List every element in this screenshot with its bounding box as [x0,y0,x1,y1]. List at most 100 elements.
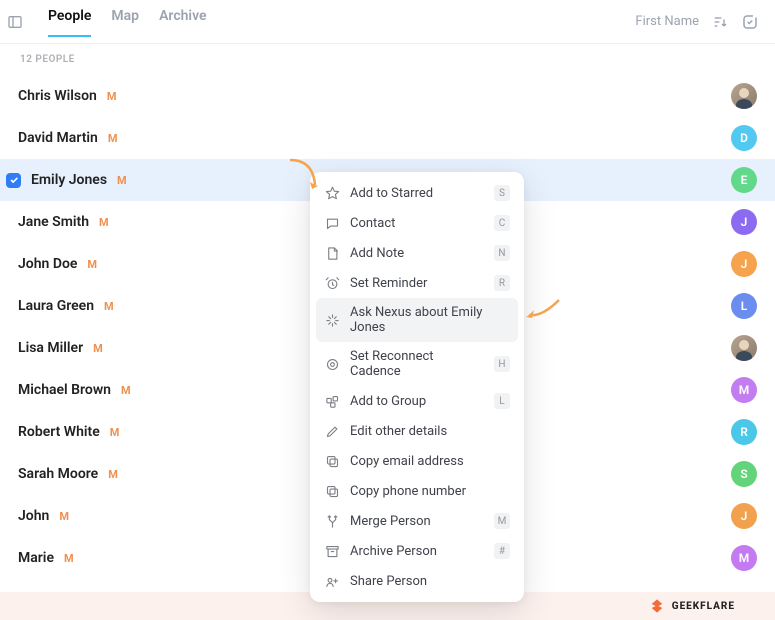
sort-icon[interactable] [711,13,729,31]
menu-item[interactable]: Add Note N [316,238,518,268]
sparkle-icon [324,312,340,328]
tab-archive[interactable]: Archive [159,8,206,36]
person-avatar[interactable]: L [731,293,757,319]
menu-item-shortcut: S [494,185,510,201]
person-name: John [18,508,49,524]
person-avatar[interactable] [731,83,757,109]
pencil-icon [324,423,340,439]
person-name: John Doe [18,256,77,272]
row-left: Emily Jones M [18,172,127,188]
menu-item-shortcut: H [494,356,510,372]
menu-item[interactable]: Copy email address [316,446,518,476]
menu-item[interactable]: Edit other details [316,416,518,446]
geekflare-logo-icon [648,597,666,615]
menu-item[interactable]: Share Person [316,566,518,596]
menu-item[interactable]: Archive Person# [316,536,518,566]
menu-item-label: Add Note [350,246,484,261]
menu-item[interactable]: Contact C [316,208,518,238]
row-left: John Doe M [18,256,97,272]
person-marker: M [99,216,109,229]
person-avatar[interactable]: M [731,377,757,403]
person-avatar[interactable]: R [731,419,757,445]
menu-item[interactable]: Copy phone number [316,476,518,506]
menu-item-label: Copy email address [350,454,510,469]
person-avatar[interactable]: S [731,461,757,487]
person-marker: M [121,384,131,397]
menu-item-shortcut: # [494,543,510,559]
person-name: Michael Brown [18,382,111,398]
menu-item-shortcut: N [494,245,510,261]
person-avatar[interactable]: J [731,251,757,277]
person-name: Chris Wilson [18,88,97,104]
menu-item-shortcut: M [494,513,510,529]
menu-item-label: Set Reconnect Cadence [350,349,484,379]
person-marker: M [93,342,103,355]
row-checkbox[interactable] [6,173,21,188]
menu-item-label: Set Reminder [350,276,484,291]
menu-item[interactable]: Merge Person M [316,506,518,536]
menu-item[interactable]: Add to Starred S [316,178,518,208]
menu-item-shortcut: R [494,275,510,291]
person-name: Emily Jones [31,172,107,188]
person-row[interactable]: Chris Wilson M [0,75,775,117]
menu-item-shortcut: C [494,215,510,231]
row-left: MarieM [18,550,74,566]
person-marker: M [64,552,74,565]
menu-item[interactable]: Set Reconnect Cadence H [316,342,518,386]
person-marker: M [87,258,97,271]
target-icon [324,356,340,372]
person-avatar[interactable] [731,335,757,361]
copy-icon [324,453,340,469]
person-avatar[interactable]: D [731,125,757,151]
row-left: Jane Smith M [18,214,109,230]
row-left: David Martin M [18,130,118,146]
archive-icon [324,543,340,559]
menu-item-shortcut: L [494,393,510,409]
row-left: Chris Wilson M [18,88,116,104]
menu-item-label: Merge Person [350,514,484,529]
row-left: John M [18,508,69,524]
person-marker: M [107,90,117,103]
person-avatar[interactable]: E [731,167,757,193]
note-icon [324,245,340,261]
person-avatar[interactable]: M [731,545,757,571]
sidebar-toggle-icon[interactable] [6,13,24,31]
menu-item-label: Ask Nexus about Emily Jones [350,305,510,335]
person-name: Laura Green [18,298,94,314]
footer-brand: GEEKFLARE [672,601,735,612]
person-marker: M [59,510,69,523]
menu-item[interactable]: Set Reminder R [316,268,518,298]
person-marker: M [108,468,118,481]
person-marker: M [104,300,114,313]
sort-label[interactable]: First Name [635,14,699,29]
merge-icon [324,513,340,529]
person-avatar[interactable]: J [731,503,757,529]
menu-item-label: Contact [350,216,484,231]
person-avatar[interactable]: J [731,209,757,235]
copy-icon [324,483,340,499]
row-left: Laura Green M [18,298,114,314]
row-left: Sarah MooreM [18,466,118,482]
person-name: Jane Smith [18,214,89,230]
people-count: 12 PEOPLE [0,44,775,75]
tab-map[interactable]: Map [111,8,139,36]
person-name: David Martin [18,130,98,146]
person-name: Lisa Miller [18,340,83,356]
menu-item-label: Add to Starred [350,186,484,201]
menu-item-label: Edit other details [350,424,510,439]
share-icon [324,573,340,589]
tab-people[interactable]: People [48,8,91,36]
header-right: First Name [635,13,759,31]
menu-item[interactable]: Ask Nexus about Emily Jones [316,298,518,342]
menu-item[interactable]: Add to Group L [316,386,518,416]
select-mode-icon[interactable] [741,13,759,31]
person-marker: M [108,132,118,145]
menu-item-label: Copy phone number [350,484,510,499]
person-marker: M [110,426,120,439]
person-marker: M [117,174,127,187]
row-left: Robert WhiteM [18,424,119,440]
menu-item-label: Share Person [350,574,510,589]
menu-item-label: Add to Group [350,394,484,409]
person-row[interactable]: David Martin M D [0,117,775,159]
context-menu: Add to Starred S Contact C Add Note N Set Remi… [310,172,524,602]
